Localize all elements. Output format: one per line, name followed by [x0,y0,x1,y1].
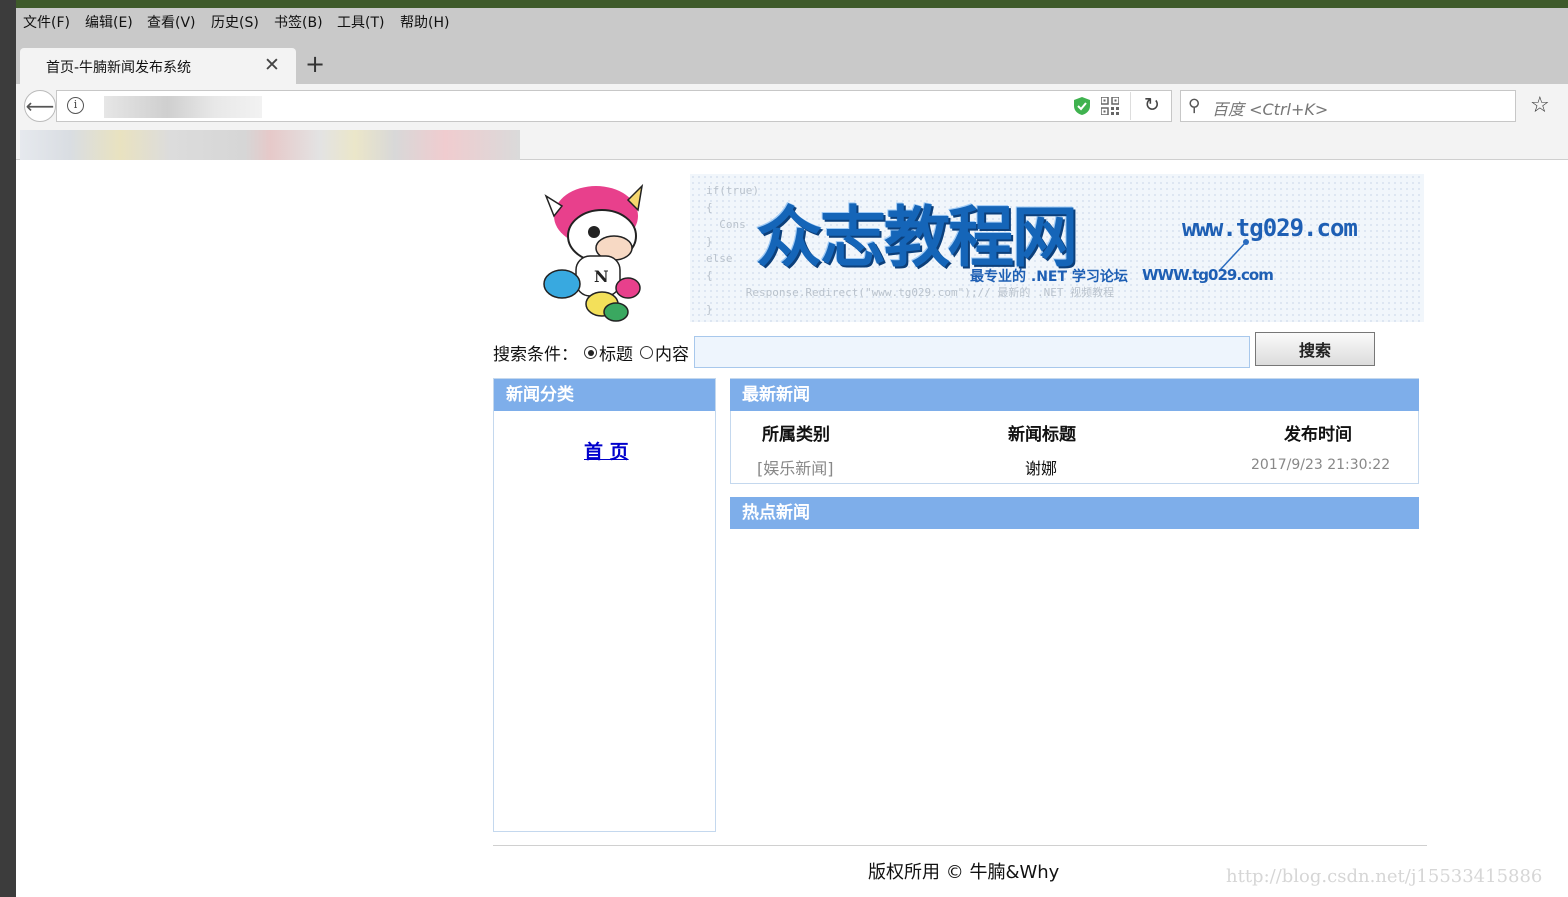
svg-text:N: N [594,267,609,286]
news-title-cell[interactable]: 谢娜 [1025,455,1057,479]
search-button[interactable]: 搜索 [1255,332,1375,366]
code-line: Cons [719,218,746,231]
bookmark-star-icon[interactable]: ☆ [1530,93,1550,118]
column-header-category: 所属类别 [762,425,830,445]
radio-content-label[interactable]: 内容 [655,340,689,365]
latest-news-header: 最新新闻 [730,379,1419,411]
search-placeholder: 百度 <Ctrl+K> [1212,100,1329,119]
code-line: Response.Redirect("www.tg029.com");// 最新… [745,286,1115,299]
code-line: { [706,269,713,282]
category-panel-header: 新闻分类 [494,379,715,411]
menu-file[interactable]: 文件(F) [23,12,70,32]
qr-code-icon[interactable] [1101,97,1119,115]
column-header-time: 发布时间 [1284,425,1352,445]
code-line: if(true) [706,184,759,197]
search-icon: ⚲ [1188,96,1201,116]
radio-title[interactable] [584,346,597,359]
menu-view[interactable]: 查看(V) [147,12,196,32]
search-condition-label: 搜索条件： [493,345,578,365]
menu-bar: 文件(F) 编辑(E) 查看(V) 历史(S) 书签(B) 工具(T) 帮助(H… [16,8,1568,36]
hot-news-header: 热点新闻 [730,497,1419,529]
radio-content[interactable] [640,346,653,359]
code-line: } [706,235,713,248]
watermark: http://blog.csdn.net/j15533415886 [1226,866,1543,887]
footer-divider [493,845,1427,846]
menu-history[interactable]: 历史(S) [211,12,259,32]
tab-title: 首页-牛腩新闻发布系统 [46,60,192,76]
banner-url: www.tg029.com [1182,214,1358,242]
url-text-blurred[interactable] [104,96,262,118]
radio-title-label[interactable]: 标题 [599,340,633,365]
footer-copyright: 版权所用 © 牛腩&Why [868,862,1060,883]
search-input[interactable] [694,336,1250,368]
new-tab-button[interactable]: + [302,50,328,78]
desktop-left-strip [0,0,16,897]
banner: if(true) { Cons } else { Response.Redire… [690,174,1424,322]
column-header-title: 新闻标题 [1008,425,1076,445]
site-info-icon[interactable]: i [67,97,84,114]
menu-bookmarks[interactable]: 书签(B) [274,12,323,32]
home-link[interactable]: 首 页 [584,437,629,464]
url-bar-divider [1130,92,1131,120]
news-category-cell: [娱乐新闻] [757,459,834,478]
close-tab-icon[interactable]: ✕ [262,54,282,76]
code-line: else [706,252,733,265]
mascot-logo: N [543,183,644,322]
menu-tools[interactable]: 工具(T) [337,12,384,32]
reload-icon[interactable]: ↻ [1140,94,1164,116]
news-time-cell: 2017/9/23 21:30:22 [1251,457,1391,473]
menu-edit[interactable]: 编辑(E) [85,12,133,32]
back-button[interactable]: ⟵ [24,90,56,122]
code-line: { [706,201,713,214]
banner-slogan: 最专业的 .NET 学习论坛 [970,269,1128,285]
desktop-edge [0,0,1568,8]
shield-icon[interactable] [1074,97,1090,115]
code-line: } [706,303,713,316]
banner-slogan-url: WWW.tg029.com [1142,266,1274,284]
menu-help[interactable]: 帮助(H) [400,12,449,32]
bookmarks-blurred[interactable] [20,130,520,160]
